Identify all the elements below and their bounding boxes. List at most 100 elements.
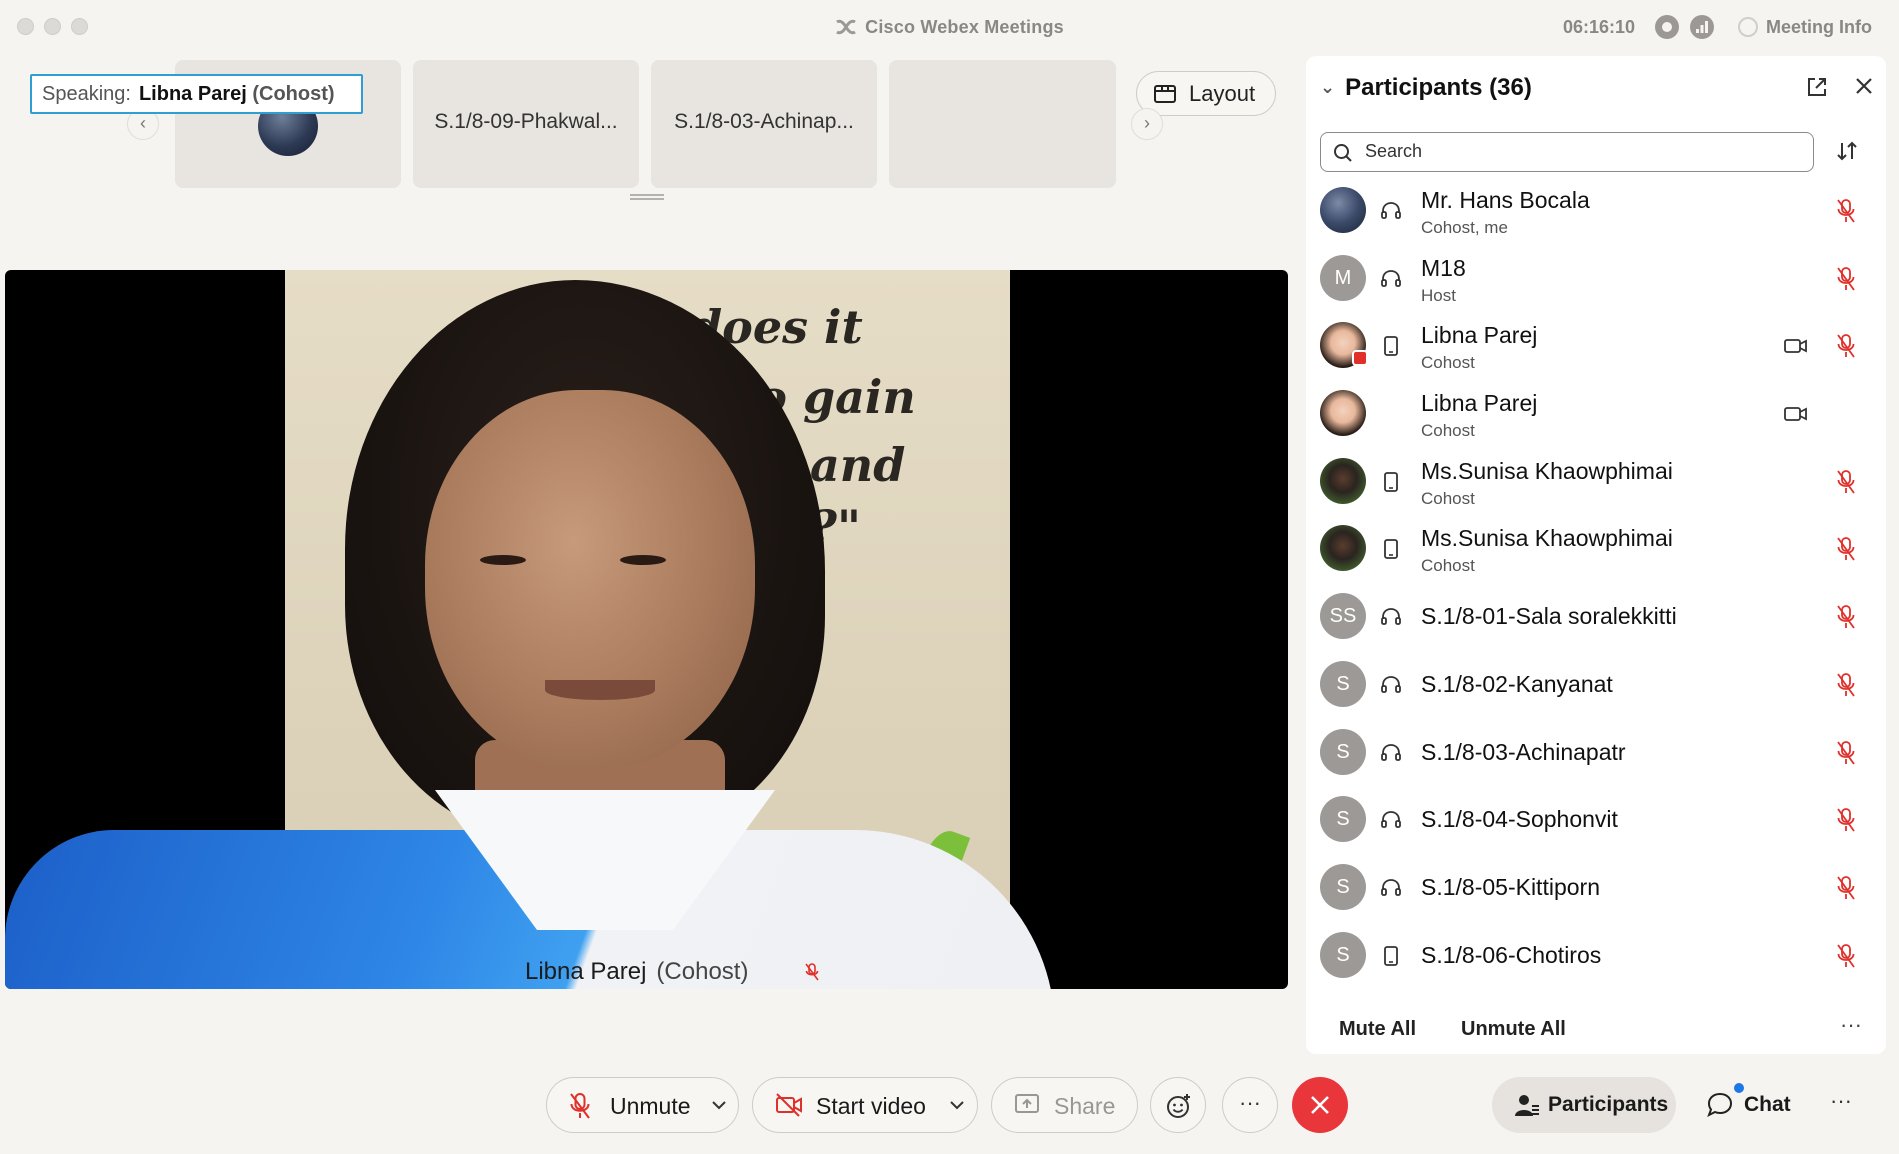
thumbnail-tile[interactable]: S.1/8-09-Phakwal... [413, 60, 639, 188]
mobile-icon [1380, 335, 1402, 357]
participant-row[interactable]: Mr. Hans Bocala Cohost, me [1306, 180, 1886, 248]
popout-icon[interactable] [1806, 76, 1828, 98]
unmute-all-button[interactable]: Unmute All [1461, 1018, 1566, 1041]
participant-row[interactable]: Ms.Sunisa Khaowphimai Cohost [1306, 451, 1886, 519]
participant-name: Mr. Hans Bocala [1421, 187, 1590, 213]
recording-icon[interactable] [1655, 15, 1679, 39]
participant-avatar [1320, 390, 1366, 437]
participant-avatar [1320, 187, 1366, 233]
muted-mic-icon [805, 960, 819, 988]
unmute-button[interactable]: Unmute [546, 1077, 739, 1133]
participant-row[interactable]: Libna Parej Cohost [1306, 315, 1886, 383]
video-camera-icon[interactable] [1784, 405, 1808, 428]
person-mouth [545, 680, 655, 700]
headset-icon [1380, 268, 1402, 290]
participant-role: Host [1421, 285, 1456, 305]
participant-row[interactable]: S S.1/8-05-Kittiporn [1306, 857, 1886, 925]
participant-name: S.1/8-04-Sophonvit [1421, 806, 1618, 833]
video-off-icon [776, 1093, 802, 1117]
participant-row[interactable]: Ms.Sunisa Khaowphimai Cohost [1306, 518, 1886, 586]
sharing-badge-icon [1352, 350, 1368, 367]
participant-row[interactable]: S S.1/8-04-Sophonvit [1306, 789, 1886, 857]
more-options-button[interactable]: ··· [1222, 1077, 1278, 1133]
meeting-info-button[interactable]: Meeting Info [1738, 17, 1872, 38]
participant-row[interactable]: S S.1/8-02-Kanyanat [1306, 654, 1886, 722]
share-button[interactable]: Share [991, 1077, 1138, 1133]
muted-mic-icon[interactable] [1836, 807, 1856, 838]
headset-icon [1380, 606, 1402, 628]
start-video-button[interactable]: Start video [752, 1077, 978, 1133]
thumbnail-tile[interactable]: S.1/8-03-Achinap... [651, 60, 877, 188]
participant-avatar: S [1320, 796, 1366, 843]
speaking-label: Speaking: [42, 83, 131, 105]
search-icon [1334, 144, 1352, 162]
close-icon[interactable] [1854, 76, 1874, 96]
participant-name: S.1/8-02-Kanyanat [1421, 670, 1613, 697]
chevron-down-icon[interactable]: ⌄ [1320, 77, 1335, 98]
active-speaker-indicator: Speaking: Libna Parej (Cohost) [30, 74, 363, 114]
participants-icon [1515, 1095, 1539, 1116]
emoji-icon [1167, 1094, 1190, 1118]
leave-meeting-button[interactable] [1292, 1077, 1348, 1133]
participant-name: Libna Parej [1421, 322, 1538, 349]
participant-name: S.1/8-06-Chotiros [1421, 941, 1602, 968]
more-panels-button[interactable]: ··· [1830, 1088, 1852, 1114]
thumbnail-name: S.1/8-03-Achinap... [674, 110, 854, 133]
muted-mic-icon[interactable] [1836, 943, 1856, 974]
participant-name: Ms.Sunisa Khaowphimai [1421, 525, 1673, 552]
muted-mic-icon[interactable] [1836, 536, 1856, 567]
muted-mic-icon[interactable] [1836, 266, 1856, 297]
muted-mic-icon[interactable] [1836, 740, 1856, 771]
mobile-icon [1380, 538, 1402, 560]
reactions-button[interactable] [1150, 1077, 1206, 1133]
video-name-label: Libna Parej (Cohost) [525, 958, 819, 988]
headset-icon [1380, 200, 1402, 222]
chevron-down-icon[interactable] [711, 1092, 727, 1118]
participants-panel: ⌄ Participants (36) Search Mr. Hans Bocal… [1306, 56, 1886, 1054]
chat-icon [1707, 1092, 1733, 1118]
participant-name: Ms.Sunisa Khaowphimai [1421, 457, 1673, 484]
webex-logo-icon [836, 19, 856, 35]
person-face [425, 390, 755, 770]
mute-all-button[interactable]: Mute All [1339, 1018, 1416, 1041]
muted-mic-icon[interactable] [1836, 672, 1856, 703]
participant-row[interactable]: M M18 Host [1306, 248, 1886, 316]
network-signal-icon[interactable] [1690, 15, 1714, 39]
participant-role: Cohost [1421, 353, 1475, 373]
participant-row[interactable]: SS S.1/8-01-Sala soralekkitti [1306, 586, 1886, 654]
muted-mic-icon[interactable] [1836, 198, 1856, 229]
video-camera-icon[interactable] [1784, 337, 1808, 360]
participant-name: S.1/8-03-Achinapatr [1421, 738, 1626, 765]
speaking-role: (Cohost) [252, 83, 335, 105]
layout-button[interactable]: Layout [1136, 71, 1276, 116]
mobile-icon [1380, 471, 1402, 493]
active-speaker-video[interactable]: does it to gain and ?" Libna Parej (Cohos… [5, 270, 1288, 989]
participant-role: Cohost [1421, 421, 1475, 441]
muted-mic-icon[interactable] [1836, 604, 1856, 635]
participant-avatar: S [1320, 863, 1366, 910]
participant-row[interactable]: S S.1/8-03-Achinapatr [1306, 722, 1886, 790]
participant-avatar [1320, 525, 1366, 572]
sort-icon[interactable] [1836, 140, 1858, 162]
participants-panel-footer: Mute All Unmute All ··· [1306, 1010, 1886, 1050]
participants-panel-header[interactable]: ⌄ Participants (36) [1320, 74, 1532, 102]
participants-list: Mr. Hans Bocala Cohost, me M M18 Host Libna P… [1306, 180, 1886, 992]
stage-resize-handle[interactable] [630, 194, 664, 200]
participants-button[interactable]: Participants [1492, 1077, 1676, 1133]
participant-row[interactable]: S S.1/8-06-Chotiros [1306, 925, 1886, 993]
headset-icon [1380, 809, 1402, 831]
participants-search-input[interactable]: Search [1320, 132, 1814, 172]
more-options-icon[interactable]: ··· [1840, 1012, 1862, 1038]
info-icon [1738, 17, 1758, 37]
thumbnail-tile[interactable] [889, 60, 1116, 188]
participant-row[interactable]: Libna Parej Cohost [1306, 383, 1886, 451]
thumbnails-next-button[interactable]: › [1131, 108, 1163, 140]
speaking-name: Libna Parej [138, 83, 247, 105]
person-eye [620, 555, 666, 565]
participant-avatar: S [1320, 931, 1366, 978]
muted-mic-icon[interactable] [1836, 875, 1856, 906]
muted-mic-icon[interactable] [1836, 333, 1856, 364]
chevron-down-icon[interactable] [949, 1092, 965, 1118]
meeting-timer: 06:16:10 [1563, 17, 1636, 37]
muted-mic-icon[interactable] [1836, 469, 1856, 500]
